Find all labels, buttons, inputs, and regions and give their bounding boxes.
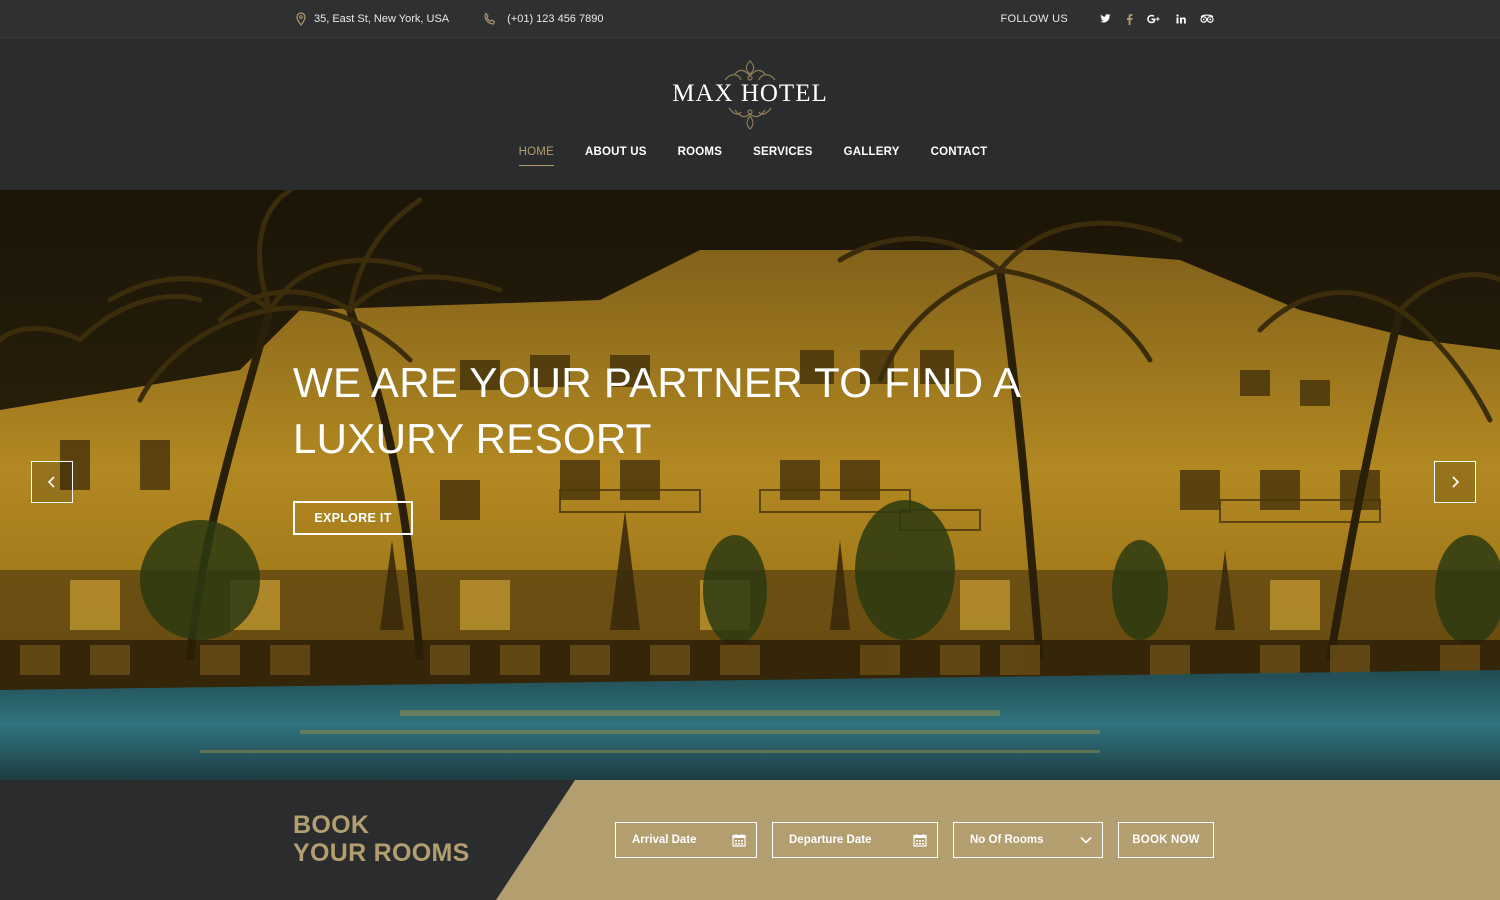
arrival-date-field[interactable]: Arrival Date bbox=[615, 822, 757, 858]
google-plus-icon[interactable] bbox=[1146, 12, 1160, 26]
contact-info: 35, East St, New York, USA (+01) 123 456… bbox=[294, 0, 635, 38]
rooms-select-value: No Of Rooms bbox=[970, 834, 1044, 846]
logo-text[interactable]: MAX HOTEL bbox=[0, 80, 1500, 108]
departure-date-placeholder: Departure Date bbox=[789, 834, 872, 846]
booking-title-line-2: YOUR ROOMS bbox=[293, 839, 470, 867]
slider-next-button[interactable] bbox=[1434, 461, 1476, 503]
hero-title-line-2: LUXURY RESORT bbox=[293, 415, 652, 462]
hero-background-image bbox=[0, 190, 1500, 780]
nav-contact[interactable]: CONTACT bbox=[931, 146, 988, 166]
arrival-date-placeholder: Arrival Date bbox=[632, 834, 697, 846]
departure-date-field[interactable]: Departure Date bbox=[772, 822, 938, 858]
chevron-down-icon bbox=[1080, 836, 1092, 844]
nav-home[interactable]: HOME bbox=[518, 146, 555, 166]
booking-title: BOOK YOUR ROOMS bbox=[293, 811, 470, 867]
calendar-icon[interactable] bbox=[913, 833, 927, 847]
booking-bar: BOOK YOUR ROOMS Arrival Date Departure D… bbox=[0, 780, 1500, 900]
hero-title: WE ARE YOUR PARTNER TO FIND A LUXURY RES… bbox=[293, 355, 1053, 467]
facebook-icon[interactable] bbox=[1122, 12, 1136, 26]
logo[interactable]: MAX HOTEL bbox=[0, 58, 1500, 134]
nav-about-us[interactable]: ABOUT US bbox=[585, 146, 647, 166]
social-links: FOLLOW US bbox=[1001, 0, 1215, 38]
phone-text[interactable]: (+01) 123 456 7890 bbox=[507, 13, 603, 25]
map-pin-icon bbox=[294, 12, 308, 26]
booking-title-line-1: BOOK bbox=[293, 811, 370, 839]
tripadvisor-icon[interactable] bbox=[1200, 12, 1214, 26]
rooms-select[interactable]: No Of Rooms bbox=[953, 822, 1103, 858]
calendar-icon[interactable] bbox=[732, 833, 746, 847]
twitter-icon[interactable] bbox=[1098, 12, 1112, 26]
slider-prev-button[interactable] bbox=[31, 461, 73, 503]
address-item: 35, East St, New York, USA bbox=[294, 12, 449, 26]
chevron-right-icon bbox=[1452, 476, 1460, 488]
chevron-left-icon bbox=[47, 476, 55, 488]
hero-title-line-1: WE ARE YOUR PARTNER TO FIND A bbox=[293, 359, 1022, 406]
phone-icon bbox=[483, 12, 497, 26]
nav-gallery[interactable]: GALLERY bbox=[844, 146, 900, 166]
nav-services[interactable]: SERVICES bbox=[753, 146, 813, 166]
nav-rooms[interactable]: ROOMS bbox=[678, 146, 722, 166]
follow-label: FOLLOW US bbox=[1000, 13, 1068, 25]
address-text: 35, East St, New York, USA bbox=[314, 13, 450, 25]
book-now-button[interactable]: BOOK NOW bbox=[1118, 822, 1214, 858]
hero-slider: WE ARE YOUR PARTNER TO FIND A LUXURY RES… bbox=[0, 190, 1500, 780]
linkedin-icon[interactable] bbox=[1174, 12, 1188, 26]
phone-item[interactable]: (+01) 123 456 7890 bbox=[483, 12, 603, 26]
explore-button[interactable]: EXPLORE IT bbox=[293, 501, 413, 535]
top-bar: 35, East St, New York, USA (+01) 123 456… bbox=[0, 0, 1500, 38]
main-nav: HOME ABOUT US ROOMS SERVICES GALLERY CON… bbox=[0, 146, 1500, 166]
site-header: MAX HOTEL HOME ABOUT US ROOMS SERVICES G… bbox=[0, 38, 1500, 190]
